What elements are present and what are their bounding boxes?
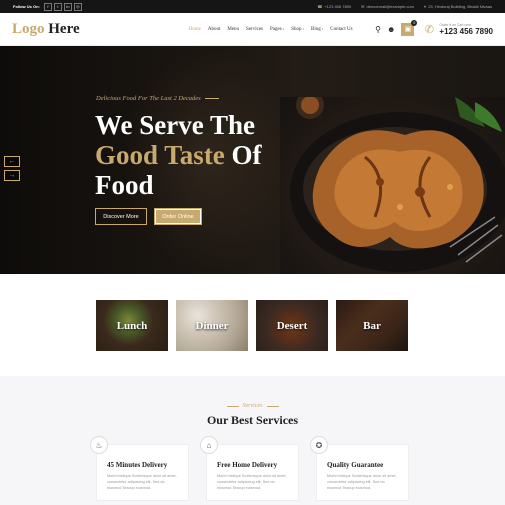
chevron-down-icon: ▾ — [282, 27, 285, 31]
service-name: Free Home Delivery — [217, 461, 278, 469]
main-nav: Home About Menu Services Pages ▾ Shop ▾ Bl… — [189, 27, 353, 32]
top-email-text: demoemail@example.com — [366, 4, 414, 9]
arrow-left-icon: ← — [8, 158, 16, 165]
top-info: ☎ +123 456 7890 ✉ demoemail@example.com ⌖ 2… — [317, 4, 492, 9]
service-desc: Morbi tristique Scelerisque dolor sit am… — [327, 474, 397, 490]
twitter-icon[interactable]: t — [53, 2, 62, 11]
user-icon[interactable]: ☻ — [387, 25, 395, 34]
logo[interactable]: Logo Here — [12, 21, 80, 38]
category-label: Desert — [276, 319, 308, 332]
social-links: f t in ◎ — [43, 2, 82, 11]
category-lunch[interactable]: Lunch — [96, 300, 168, 351]
category-grid: Lunch Dinner Desert Bar — [96, 300, 408, 351]
hero-heading: We Serve The Good Taste Of Food — [95, 110, 262, 200]
site-header: Logo Here Home About Menu Services Pages… — [0, 13, 505, 46]
hero-tagline: Delicious Food For The Last 2 Decades — [96, 95, 219, 102]
category-dinner[interactable]: Dinner — [176, 300, 248, 351]
slider-next-button[interactable]: → — [4, 170, 20, 181]
category-label: Lunch — [116, 319, 148, 332]
bag-icon: ▣ — [404, 26, 412, 33]
linkedin-icon[interactable]: in — [63, 2, 72, 11]
service-cards: ♨ 45 Minutes Delivery Morbi tristique Sc… — [90, 436, 409, 501]
top-email[interactable]: ✉ demoemail@example.com — [361, 4, 414, 9]
building-icon: ⌂ — [200, 436, 218, 454]
services-title: Our Best Services — [206, 413, 299, 427]
service-card: ⌂ Free Home Delivery Morbi tristique Sce… — [200, 436, 299, 501]
instagram-icon[interactable]: ◎ — [73, 2, 82, 11]
top-address: ⌖ 23, Hinduraj Bullding, Bhaktt Nivaas — [424, 4, 492, 9]
services-section: Services Our Best Services ♨ 45 Minutes … — [0, 376, 505, 505]
cart-button[interactable]: ▣ 0 — [401, 19, 418, 36]
hero-section: ← → Delicious Food For The Last 2 Decade… — [0, 46, 505, 274]
hero-line-3: Food — [95, 170, 154, 200]
location-icon: ⌖ — [423, 4, 427, 9]
badge-icon: ✪ — [310, 436, 328, 454]
category-desert[interactable]: Desert — [256, 300, 328, 351]
search-icon[interactable]: ⚲ — [375, 25, 381, 34]
top-phone-text: +123 456 7890 — [324, 4, 352, 9]
service-card: ✪ Quality Guarantee Morbi tristique Scel… — [310, 436, 409, 501]
hero-line-2: Good Taste Of — [95, 140, 262, 170]
nav-about[interactable]: About — [208, 27, 221, 32]
order-phone: +123 456 7890 — [439, 26, 493, 36]
category-label: Bar — [363, 319, 381, 332]
service-desc: Morbi tristique Scelerisque dolor sit am… — [107, 474, 177, 490]
order-phone-block[interactable]: ✆ Order it on Cart now +123 456 7890 — [422, 22, 493, 36]
nav-contact[interactable]: Contact Us — [330, 27, 352, 32]
mail-icon: ✉ — [361, 4, 365, 9]
nav-pages[interactable]: Pages ▾ — [270, 27, 284, 32]
kicker-divider — [226, 405, 239, 407]
phone-icon: ☎ — [317, 4, 323, 9]
delivery-icon: ✆ — [424, 23, 434, 36]
slider-prev-button[interactable]: ← — [4, 156, 20, 167]
top-address-text: 23, Hinduraj Bullding, Bhaktt Nivaas — [428, 4, 492, 9]
chevron-down-icon: ▾ — [321, 27, 324, 31]
services-kicker: Services — [0, 403, 505, 409]
chevron-down-icon: ▾ — [302, 27, 304, 31]
tagline-divider — [204, 98, 219, 99]
nav-menu[interactable]: Menu — [227, 27, 239, 32]
header-icons: ⚲ ☻ ▣ 0 — [375, 19, 418, 36]
hero-line-1: We Serve The — [95, 110, 255, 140]
hero-food-image — [280, 97, 505, 274]
service-card: ♨ 45 Minutes Delivery Morbi tristique Sc… — [90, 436, 189, 501]
top-bar: Follow Us On: f t in ◎ ☎ +123 456 7890 ✉ d… — [0, 0, 505, 13]
top-phone[interactable]: ☎ +123 456 7890 — [317, 4, 351, 9]
discover-more-button[interactable]: Discover More — [95, 208, 147, 225]
nav-shop[interactable]: Shop ▾ — [291, 27, 304, 32]
order-online-button[interactable]: Order Online — [154, 208, 202, 225]
kicker-divider — [266, 405, 279, 407]
category-bar[interactable]: Bar — [336, 300, 408, 351]
cart-count-badge: 0 — [411, 19, 418, 26]
category-label: Dinner — [195, 319, 229, 332]
chef-hat-icon: ♨ — [90, 436, 108, 454]
nav-blog[interactable]: Blog ▾ — [311, 27, 323, 32]
nav-home[interactable]: Home — [189, 27, 201, 32]
arrow-right-icon: → — [8, 172, 16, 179]
service-name: Quality Guarantee — [327, 461, 384, 469]
logo-part-a: Logo — [12, 20, 45, 37]
service-name: 45 Minutes Delivery — [107, 461, 168, 469]
follow-label: Follow Us On: — [13, 4, 40, 9]
nav-services[interactable]: Services — [246, 27, 263, 32]
facebook-icon[interactable]: f — [43, 2, 52, 11]
logo-part-b: Here — [44, 20, 80, 37]
service-desc: Morbi tristique Scelerisque dolor sit am… — [217, 474, 287, 490]
